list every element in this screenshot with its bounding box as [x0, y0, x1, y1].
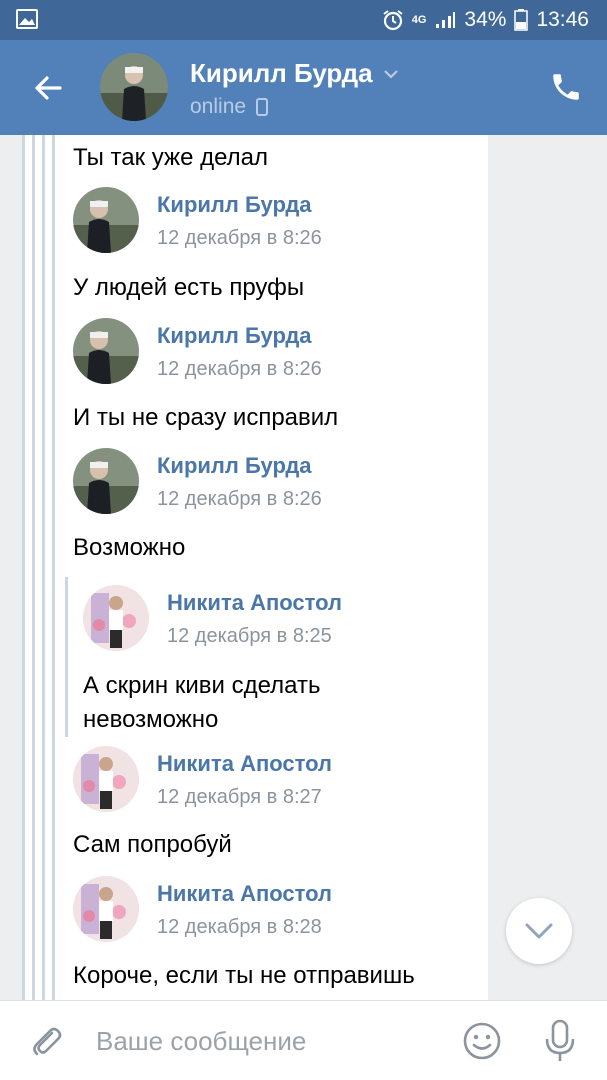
author-name[interactable]: Никита Апостол — [157, 881, 332, 907]
chevron-down-icon — [383, 69, 398, 79]
contact-avatar[interactable] — [100, 53, 168, 121]
voice-message-button[interactable] — [542, 1019, 578, 1063]
author-name[interactable]: Кирилл Бурда — [157, 453, 312, 479]
scroll-down-button[interactable] — [506, 898, 572, 964]
message-text: Возможно — [73, 534, 186, 561]
contact-name-text: Кирилл Бурда — [190, 58, 373, 88]
battery-icon — [514, 9, 529, 31]
call-button[interactable] — [549, 70, 583, 104]
alarm-icon — [382, 9, 404, 31]
avatar[interactable] — [83, 585, 149, 651]
message-text: невозможно — [83, 706, 219, 733]
author-name[interactable]: Кирилл Бурда — [157, 192, 312, 218]
emoji-button[interactable] — [462, 1021, 502, 1061]
paperclip-icon — [33, 1027, 62, 1056]
message-text: Короче, если ты не отправишь — [73, 962, 415, 989]
avatar[interactable] — [73, 746, 139, 812]
author-name[interactable]: Никита Апостол — [167, 590, 342, 616]
forward-indicator-line — [42, 135, 45, 1000]
message-text: Сам попробуй — [73, 831, 232, 858]
forwarded-messages-card — [22, 135, 488, 1000]
message-date: 12 декабря в 8:26 — [157, 358, 322, 380]
phone-icon — [553, 74, 579, 100]
author-name[interactable]: Кирилл Бурда — [157, 323, 312, 349]
message-text: И ты не сразу исправил — [73, 404, 339, 431]
microphone-icon — [545, 1019, 575, 1061]
contact-name[interactable]: Кирилл Бурда — [190, 58, 399, 89]
message-list[interactable]: Ты так уже делал Кирилл Бурда 12 декабря… — [0, 135, 607, 1000]
message-date: 12 декабря в 8:27 — [157, 786, 322, 808]
message-text: Ты так уже делал — [73, 144, 269, 171]
online-status-text: online — [190, 95, 247, 118]
back-button[interactable] — [30, 70, 66, 106]
battery-percent: 34% — [464, 8, 507, 31]
chat-header: Кирилл Бурда online — [0, 40, 607, 135]
avatar[interactable] — [73, 448, 139, 514]
message-input[interactable] — [96, 1019, 436, 1063]
message-text: У людей есть пруфы — [73, 274, 305, 301]
avatar[interactable] — [73, 187, 139, 253]
message-date: 12 декабря в 8:26 — [157, 227, 322, 249]
message-composer — [0, 1000, 607, 1080]
forward-indicator-line — [22, 135, 25, 1000]
avatar[interactable] — [73, 318, 139, 384]
message-date: 12 декабря в 8:26 — [157, 488, 322, 510]
arrow-left-icon — [35, 76, 62, 100]
message-date: 12 декабря в 8:28 — [157, 916, 322, 938]
message-date: 12 декабря в 8:25 — [167, 625, 332, 647]
mobile-phone-icon — [256, 98, 269, 116]
attach-button[interactable] — [28, 1023, 64, 1059]
avatar[interactable] — [73, 876, 139, 942]
smiley-icon — [463, 1022, 501, 1060]
network-type-label: 4G — [411, 14, 427, 26]
quote-indicator-line — [65, 577, 68, 737]
clock: 13:46 — [536, 8, 589, 31]
status-bar: 4G 34% 13:46 — [0, 0, 607, 40]
forward-indicator-line — [32, 135, 35, 1000]
chevron-down-icon — [525, 923, 553, 939]
contact-status: online — [190, 95, 269, 119]
message-text: А скрин киви сделать — [83, 672, 321, 699]
author-name[interactable]: Никита Апостол — [157, 751, 332, 777]
gallery-notification-icon — [16, 9, 38, 34]
forward-indicator-line — [52, 135, 55, 1000]
signal-icon — [434, 10, 456, 30]
